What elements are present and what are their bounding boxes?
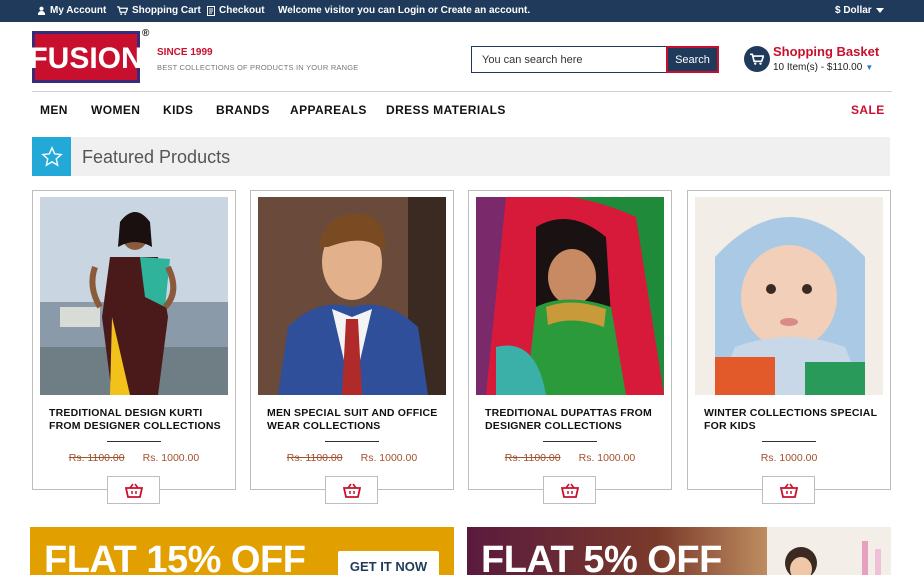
basket-icon	[124, 483, 143, 498]
product-card[interactable]: TREDITIONAL DUPATTAS FROM DESIGNER COLLE…	[468, 190, 672, 504]
add-to-cart-button[interactable]	[107, 476, 160, 504]
basket-cart-icon[interactable]	[744, 46, 770, 72]
shopping-cart-link[interactable]: Shopping Cart	[117, 5, 201, 16]
old-price: Rs. 1100.00	[68, 452, 125, 464]
promo-headline: FLAT 15% OFF	[44, 539, 306, 575]
tagline: BEST COLLECTIONS OF PRODUCTS IN YOUR RAN…	[157, 63, 359, 72]
fusion-logo[interactable]: FUSION	[29, 31, 143, 83]
promo-banner-15[interactable]: FLAT 15% OFF GET IT NOW	[30, 527, 454, 575]
nav-item-women[interactable]: WOMEN	[91, 103, 140, 117]
nav-item-kids[interactable]: KIDS	[163, 103, 193, 117]
checkout-label: Checkout	[219, 5, 265, 16]
product-card[interactable]: MEN SPECIAL SUIT AND OFFICE WEAR COLLECT…	[250, 190, 454, 504]
basket-icon	[560, 483, 579, 498]
add-to-cart-button[interactable]	[325, 476, 378, 504]
search-button[interactable]: Search	[666, 46, 719, 73]
my-account-link[interactable]: My Account	[37, 5, 106, 16]
product-prices: Rs. 1100.00 Rs. 1000.00	[33, 452, 235, 464]
add-to-cart-button[interactable]	[543, 476, 596, 504]
promo-headline: FLAT 5% OFF	[481, 539, 722, 575]
main-nav: MEN WOMEN KIDS BRANDS APPAREALS DRESS MA…	[0, 103, 924, 119]
product-image-suit[interactable]	[258, 197, 446, 395]
product-image-dupatta[interactable]	[476, 197, 664, 395]
currency-selector[interactable]: $ Dollar	[835, 5, 884, 16]
star-icon	[32, 137, 71, 176]
currency-label: $ Dollar	[835, 5, 872, 16]
product-card[interactable]: TREDITIONAL DESIGN KURTI FROM DESIGNER C…	[32, 190, 236, 504]
current-price: Rs. 1000.00	[360, 452, 418, 464]
search-input[interactable]	[471, 46, 667, 73]
basket-dropdown-icon[interactable]: ▼	[865, 63, 873, 72]
basket-icon	[779, 483, 798, 498]
basket-summary[interactable]: 10 Item(s) - $110.00 ▼	[773, 62, 873, 73]
product-divider	[107, 441, 161, 442]
old-price: Rs. 1100.00	[504, 452, 561, 464]
product-prices: Rs. 1000.00	[688, 452, 890, 464]
welcome-text: Welcome visitor you can Login or Create …	[278, 5, 531, 16]
promo-kid-image	[767, 527, 891, 575]
cart-icon	[117, 6, 128, 15]
checkout-icon	[207, 5, 215, 16]
nav-item-brands[interactable]: BRANDS	[216, 103, 270, 117]
product-divider	[543, 441, 597, 442]
shopping-cart-label: Shopping Cart	[132, 5, 201, 16]
header-divider	[32, 91, 892, 92]
user-icon	[37, 6, 46, 15]
nav-item-appareals[interactable]: APPAREALS	[290, 103, 367, 117]
current-price: Rs. 1000.00	[578, 452, 636, 464]
product-divider	[762, 441, 816, 442]
nav-item-men[interactable]: MEN	[40, 103, 68, 117]
product-divider	[325, 441, 379, 442]
add-to-cart-button[interactable]	[762, 476, 815, 504]
caret-down-icon	[875, 8, 884, 13]
checkout-link[interactable]: Checkout	[207, 5, 265, 16]
logo-text: FUSION	[32, 42, 140, 75]
product-card[interactable]: WINTER COLLECTIONS SPECIAL FOR KIDS Rs. …	[687, 190, 891, 504]
shopping-basket-title[interactable]: Shopping Basket	[773, 44, 879, 59]
basket-icon	[342, 483, 361, 498]
top-bar: My Account Shopping Cart Checkout Welcom…	[0, 0, 924, 22]
old-price: Rs. 1100.00	[286, 452, 343, 464]
nav-item-dress-materials[interactable]: DRESS MATERIALS	[386, 103, 506, 117]
basket-summary-text: 10 Item(s) - $110.00	[773, 62, 863, 73]
registered-mark: ®	[142, 28, 150, 39]
product-name[interactable]: TREDITIONAL DUPATTAS FROM DESIGNER COLLE…	[485, 407, 665, 433]
since-text: SINCE 1999	[157, 47, 213, 58]
product-name[interactable]: MEN SPECIAL SUIT AND OFFICE WEAR COLLECT…	[267, 407, 447, 433]
product-image-kids[interactable]	[695, 197, 883, 395]
product-name[interactable]: TREDITIONAL DESIGN KURTI FROM DESIGNER C…	[49, 407, 229, 433]
featured-products-header: Featured Products	[32, 137, 890, 176]
featured-products-title: Featured Products	[82, 147, 231, 167]
my-account-label: My Account	[50, 5, 107, 16]
get-it-now-button[interactable]: GET IT NOW	[338, 551, 439, 575]
welcome-message: Welcome visitor you can Login or Create …	[278, 5, 530, 16]
current-price: Rs. 1000.00	[142, 452, 200, 464]
product-image-kurti[interactable]	[40, 197, 228, 395]
nav-item-sale[interactable]: SALE	[851, 103, 885, 117]
product-prices: Rs. 1100.00 Rs. 1000.00	[469, 452, 671, 464]
promo-banner-5[interactable]: FLAT 5% OFF	[467, 527, 891, 575]
current-price: Rs. 1000.00	[760, 452, 818, 464]
product-name[interactable]: WINTER COLLECTIONS SPECIAL FOR KIDS	[704, 407, 884, 433]
product-prices: Rs. 1100.00 Rs. 1000.00	[251, 452, 453, 464]
